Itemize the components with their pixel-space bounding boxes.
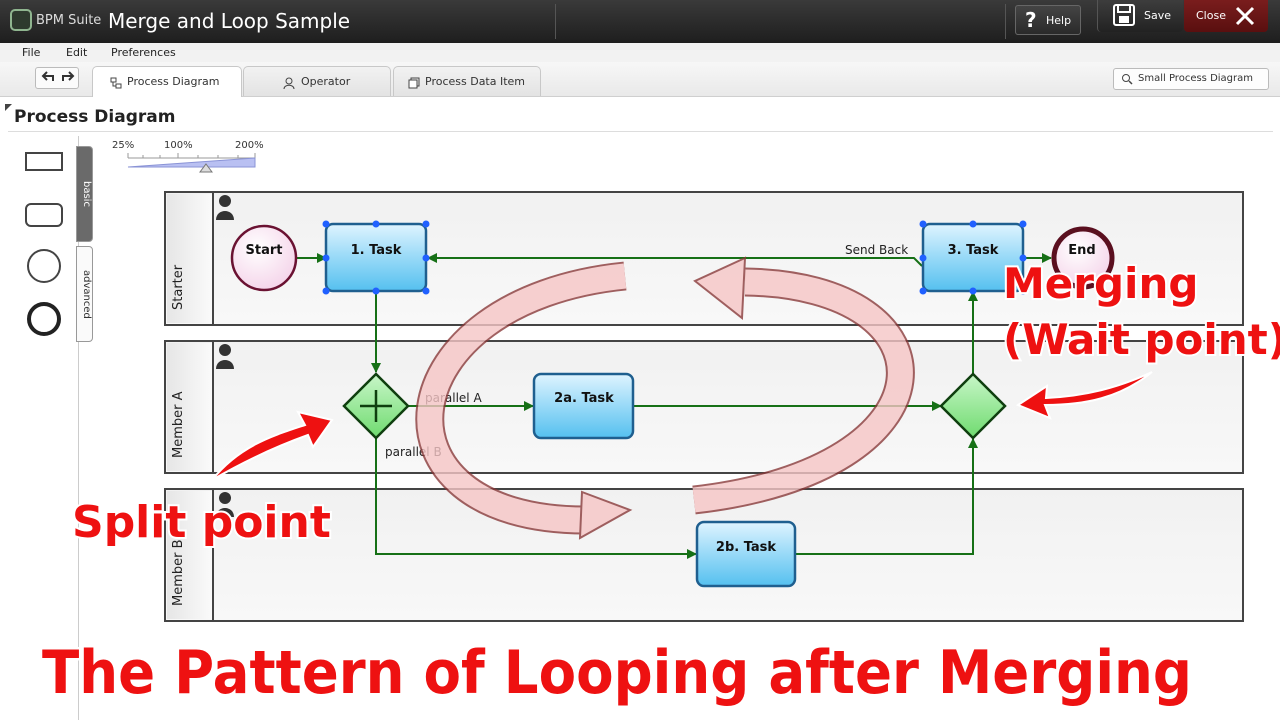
task-2b-label: 2b. Task (716, 540, 777, 555)
start-event-label: Start (246, 243, 283, 258)
lane-label-member-b: Member B (171, 539, 186, 606)
annotation-headline: The Pattern of Looping after Merging (42, 638, 1192, 708)
end-event-label: End (1068, 243, 1095, 258)
task-2a-label: 2a. Task (554, 391, 614, 406)
zoom-slider[interactable] (127, 153, 256, 173)
annotation-merging: Merging (1003, 259, 1198, 308)
flow-label-send-back: Send Back (845, 243, 908, 257)
task-1-label: 1. Task (351, 243, 402, 258)
annotation-wait-point: (Wait point) (1003, 315, 1280, 364)
task-1[interactable]: 1. Task (322, 220, 430, 295)
task-2a[interactable]: 2a. Task (532, 372, 635, 440)
task-2b[interactable]: 2b. Task (695, 520, 797, 588)
annotation-split-point: Split point (72, 497, 331, 548)
lane-label-member-a: Member A (171, 391, 186, 458)
process-diagram-canvas[interactable]: Starter Member A Member B Send Back para… (0, 0, 1280, 720)
task-3-label: 3. Task (948, 243, 999, 258)
start-event[interactable]: Start (230, 224, 298, 292)
lane-label-starter: Starter (171, 264, 186, 310)
